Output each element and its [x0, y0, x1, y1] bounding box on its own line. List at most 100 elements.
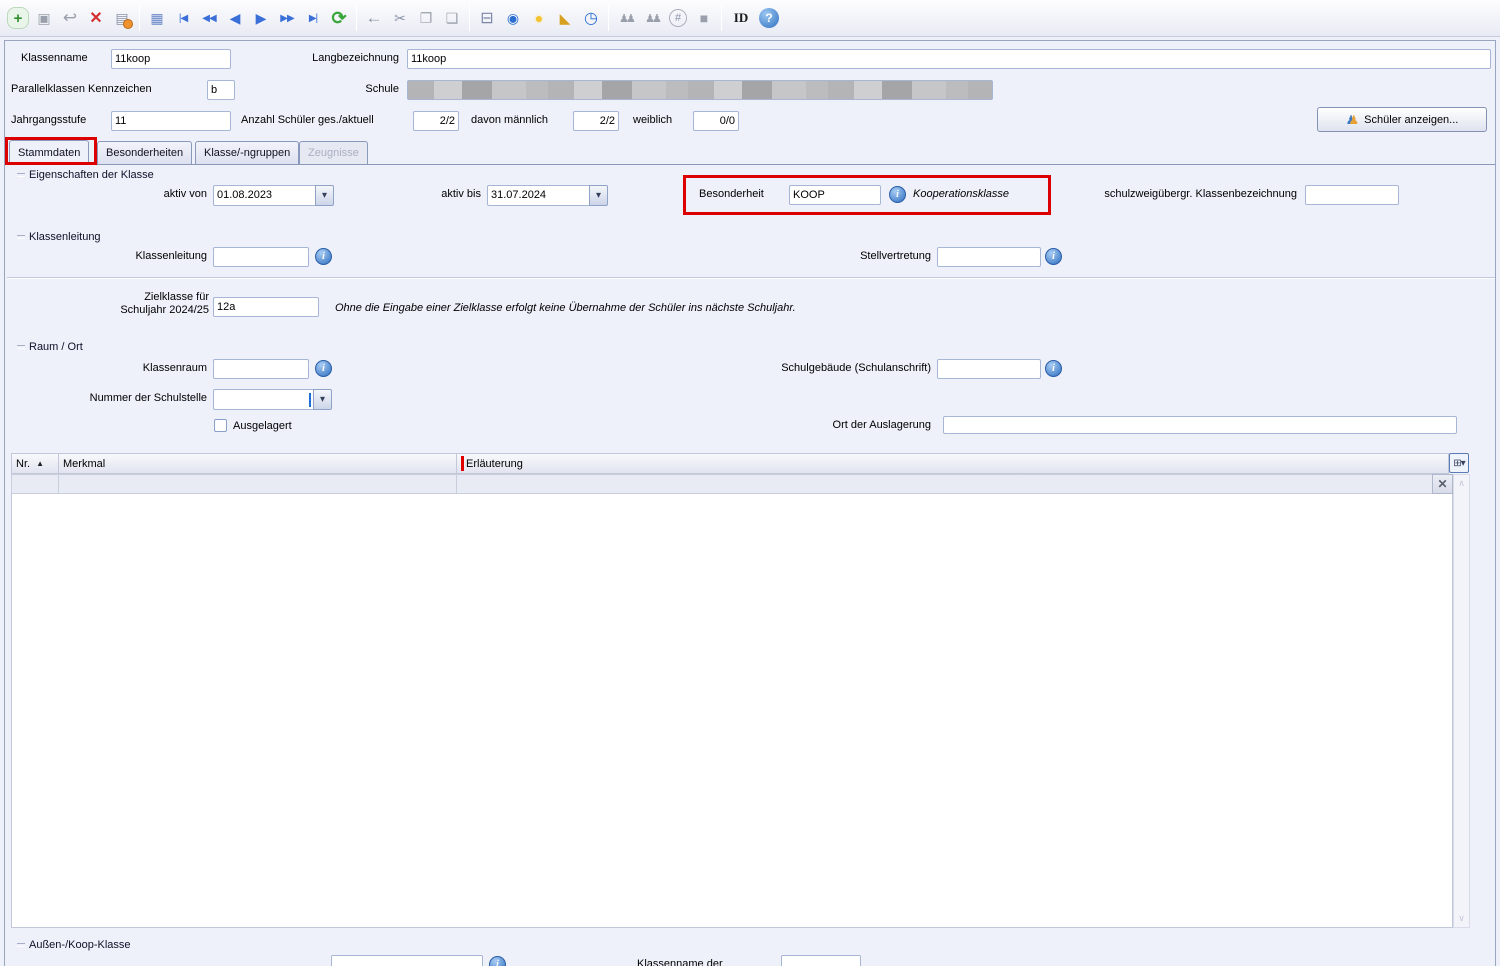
parallelklassen-label: Parallelklassen Kennzeichen [11, 83, 152, 95]
first-record-icon[interactable]: |◀ [170, 5, 196, 31]
notes-icon[interactable]: ■ [691, 5, 717, 31]
copy-record-icon[interactable]: ▦ [144, 5, 170, 31]
schulzweig-label: schulzweigübergr. Klassenbezeichnung [1045, 188, 1297, 200]
info-icon[interactable]: i [1045, 248, 1062, 265]
new-record-icon[interactable]: + [7, 7, 29, 29]
klassenraum-input[interactable] [213, 359, 309, 379]
view-icon[interactable]: ◉ [500, 5, 526, 31]
id-icon[interactable]: ID [726, 5, 756, 31]
hint-icon[interactable]: ● [526, 5, 552, 31]
table-scrollbar[interactable]: ∧ ∨ [1453, 474, 1470, 928]
ausgelagert-checkbox[interactable] [214, 419, 227, 432]
main-toolbar: + ▣ ↩ ✕ ▤ ▦ |◀ ◀◀ ◀ ▶ ▶▶ ▶| ⟳ ← ✂ ❐ ❑ ⊟ … [0, 0, 1500, 37]
save-icon[interactable]: ▣ [31, 5, 57, 31]
tab-strip-line [5, 164, 1496, 165]
undo-icon[interactable]: ↩ [57, 5, 83, 31]
clear-filter-button[interactable]: ✕ [1432, 474, 1453, 494]
student-group-2-icon[interactable]: ♟♟ [639, 5, 665, 31]
fast-rewind-icon[interactable]: ◀◀ [196, 5, 222, 31]
copy-icon[interactable]: ❐ [413, 5, 439, 31]
maennlich-input[interactable] [573, 111, 619, 131]
anzahl-schueler-input[interactable] [413, 111, 459, 131]
schulstelle-label: Nummer der Schulstelle [65, 392, 207, 404]
column-header-merkmal[interactable]: Merkmal [58, 453, 456, 474]
column-header-erlaeuterung[interactable]: Erläuterung [456, 453, 1449, 474]
scroll-down-icon[interactable]: ∨ [1454, 911, 1469, 926]
schule-label: Schule [255, 83, 399, 95]
klassenleitung-legend: Klassenleitung [17, 231, 1489, 243]
print-icon[interactable]: ⊟ [474, 5, 500, 31]
toolbar-separator [139, 5, 140, 31]
info-icon[interactable]: i [1045, 360, 1062, 377]
aktiv-bis-input[interactable]: 31.07.2024 [487, 185, 589, 206]
text-caret [309, 393, 311, 407]
cut-icon[interactable]: ✂ [387, 5, 413, 31]
aussen-koop-input[interactable] [331, 955, 483, 966]
back-arrow-icon[interactable]: ← [361, 5, 387, 31]
info-icon[interactable]: i [315, 360, 332, 377]
refresh-icon[interactable]: ⟳ [326, 5, 352, 31]
besonderheit-input[interactable] [789, 185, 881, 205]
column-config-icon[interactable]: ⊞▾ [1449, 453, 1469, 473]
toolbar-separator [608, 5, 609, 31]
aktiv-von-input[interactable]: 01.08.2023 [213, 185, 315, 206]
merkmal-table-body[interactable] [11, 494, 1453, 928]
schulgebaeude-input[interactable] [937, 359, 1041, 379]
ort-auslagerung-label: Ort der Auslagerung [723, 419, 931, 431]
filter-cell-merkmal[interactable] [58, 474, 456, 494]
scroll-up-icon[interactable]: ∧ [1454, 476, 1469, 491]
stammklasse-input[interactable] [781, 955, 861, 966]
last-record-icon[interactable]: ▶| [300, 5, 326, 31]
info-icon[interactable]: i [889, 186, 906, 203]
sort-asc-icon: ▲ [36, 459, 44, 468]
klassenleitung-input[interactable] [213, 247, 309, 267]
tab-besonderheiten[interactable]: Besonderheiten [97, 141, 192, 164]
filter-cell-nr[interactable] [11, 474, 58, 494]
application-window: + ▣ ↩ ✕ ▤ ▦ |◀ ◀◀ ◀ ▶ ▶▶ ▶| ⟳ ← ✂ ❐ ❑ ⊟ … [0, 0, 1500, 966]
schulzweig-input[interactable] [1305, 185, 1399, 205]
ort-auslagerung-input[interactable] [943, 416, 1457, 434]
zielklasse-note: Ohne die Eingabe einer Zielklasse erfolg… [335, 302, 796, 314]
schulstelle-dropdown-button[interactable]: ▾ [313, 389, 332, 410]
jahrgangsstufe-label: Jahrgangsstufe [11, 114, 86, 126]
schueler-anzeigen-button[interactable]: ♟♟ Schüler anzeigen... [1317, 107, 1487, 132]
previous-record-icon[interactable]: ◀ [222, 5, 248, 31]
schulstelle-input[interactable] [213, 389, 313, 410]
paste-icon[interactable]: ❑ [439, 5, 465, 31]
delete-icon[interactable]: ✕ [83, 5, 109, 31]
tab-klassengruppen[interactable]: Klasse/-ngruppen [195, 141, 299, 164]
info-icon[interactable]: i [489, 956, 506, 966]
besonderheit-label: Besonderheit [699, 188, 764, 200]
toolbar-separator [469, 5, 470, 31]
aktiv-von-dropdown-button[interactable]: ▾ [315, 185, 334, 206]
klassenname-input[interactable] [111, 49, 231, 69]
schulstelle-combo: ▾ [213, 389, 332, 410]
stellvertretung-input[interactable] [937, 247, 1041, 267]
parallelklassen-input[interactable] [207, 80, 235, 100]
schule-input-redacted[interactable] [407, 80, 993, 100]
aktiv-von-combo: 01.08.2023 ▾ [213, 185, 334, 206]
info-icon[interactable]: i [315, 248, 332, 265]
reminder-icon[interactable]: ◷ [578, 5, 604, 31]
student-group-icon[interactable]: ♟♟ [613, 5, 639, 31]
langbezeichnung-input[interactable] [407, 49, 1491, 69]
number-icon[interactable]: # [669, 9, 687, 27]
tab-stammdaten[interactable]: Stammdaten [9, 140, 89, 165]
weiblich-input[interactable] [693, 111, 739, 131]
next-record-icon[interactable]: ▶ [248, 5, 274, 31]
klassenraum-label: Klassenraum [105, 362, 207, 374]
column-header-nr[interactable]: Nr.▲ [11, 453, 58, 474]
schulgebaeude-label: Schulgebäude (Schulanschrift) [723, 362, 931, 374]
help-icon[interactable]: ? [759, 8, 779, 28]
class-detail-panel: Klassenname Langbezeichnung Parallelklas… [4, 40, 1496, 966]
ausgelagert-label: Ausgelagert [233, 420, 292, 432]
eigenschaften-legend: Eigenschaften der Klasse [17, 169, 1489, 181]
zielklasse-input[interactable] [213, 297, 319, 317]
fast-forward-icon[interactable]: ▶▶ [274, 5, 300, 31]
toolbar-separator [356, 5, 357, 31]
filter-cell-erlaeuterung[interactable] [456, 474, 1432, 494]
edit-dataset-icon[interactable]: ▤ [109, 5, 135, 31]
announce-icon[interactable]: ◣ [552, 5, 578, 31]
aktiv-bis-dropdown-button[interactable]: ▾ [589, 185, 608, 206]
jahrgangsstufe-input[interactable] [111, 111, 231, 131]
